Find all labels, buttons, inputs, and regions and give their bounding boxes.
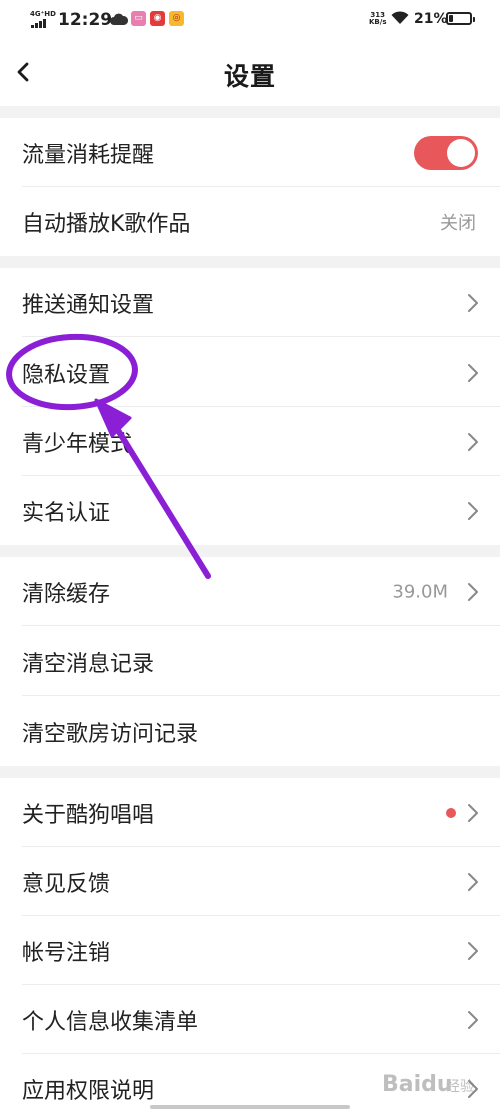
row-label: 清空歌房访问记录 xyxy=(22,721,199,747)
row-value: 关闭 xyxy=(440,212,476,234)
page-header: 设置 xyxy=(0,40,500,106)
section-divider xyxy=(0,106,500,118)
row-real-name-verification[interactable]: 实名认证 xyxy=(0,476,500,545)
row-label: 帐号注销 xyxy=(22,940,111,966)
row-label: 青少年模式 xyxy=(22,431,133,457)
weibo-icon: ◎ xyxy=(169,11,184,26)
row-label: 隐私设置 xyxy=(22,362,111,388)
chevron-right-icon xyxy=(468,941,478,960)
row-personal-info-list[interactable]: 个人信息收集清单 xyxy=(0,985,500,1054)
row-divider xyxy=(22,625,500,626)
page-title: 设置 xyxy=(223,62,276,91)
row-divider xyxy=(22,695,500,696)
chevron-right-icon xyxy=(468,293,478,312)
row-label: 实名认证 xyxy=(22,500,111,526)
row-label: 应用权限说明 xyxy=(22,1079,155,1104)
wifi-icon xyxy=(391,11,409,24)
section-divider xyxy=(0,256,500,268)
data-usage-toggle[interactable] xyxy=(414,135,478,170)
row-label: 意见反馈 xyxy=(22,871,111,897)
row-label: 关于酷狗唱唱 xyxy=(22,802,155,828)
row-autoplay-karaoke[interactable]: 自动播放K歌作品 关闭 xyxy=(0,187,500,256)
toggle-knob xyxy=(447,138,475,167)
status-bar: 4G⁺HD 12:29 ▭ ◉ ◎ 313 KB/s 21% xyxy=(0,0,500,40)
row-data-usage-reminder[interactable]: 流量消耗提醒 xyxy=(0,118,500,187)
chevron-right-icon xyxy=(468,1010,478,1029)
row-account-deletion[interactable]: 帐号注销 xyxy=(0,916,500,985)
watermark-sub: 经验 xyxy=(446,1079,474,1095)
clock: 12:29 xyxy=(58,10,113,30)
chevron-right-icon xyxy=(468,582,478,601)
row-clear-cache[interactable]: 清除缓存 39.0M xyxy=(0,557,500,626)
chevron-right-icon xyxy=(468,803,478,822)
baidu-watermark: Baidu 经验 xyxy=(382,1068,492,1104)
netease-music-icon: ◉ xyxy=(150,11,165,26)
row-clear-message-history[interactable]: 清空消息记录 xyxy=(0,627,500,696)
watermark-brand: Baidu xyxy=(382,1072,453,1097)
row-feedback[interactable]: 意见反馈 xyxy=(0,847,500,916)
row-label: 个人信息收集清单 xyxy=(22,1009,199,1035)
home-indicator[interactable] xyxy=(150,1105,350,1109)
section-divider xyxy=(0,766,500,778)
network-type: 4G⁺HD xyxy=(30,10,56,18)
cache-size: 39.0M xyxy=(392,581,448,602)
app-notification-icon: ▭ xyxy=(131,11,146,26)
chevron-right-icon xyxy=(468,363,478,382)
row-label: 流量消耗提醒 xyxy=(22,142,155,168)
chevron-right-icon xyxy=(468,872,478,891)
row-label: 自动播放K歌作品 xyxy=(22,211,191,237)
chevron-right-icon xyxy=(468,432,478,451)
row-push-notification-settings[interactable]: 推送通知设置 xyxy=(0,268,500,337)
row-label: 清除缓存 xyxy=(22,581,111,607)
chevron-right-icon xyxy=(468,501,478,520)
cloud-icon xyxy=(110,13,128,25)
row-label: 推送通知设置 xyxy=(22,292,155,318)
row-about-app[interactable]: 关于酷狗唱唱 xyxy=(0,778,500,847)
row-divider xyxy=(22,336,500,337)
row-teen-mode[interactable]: 青少年模式 xyxy=(0,407,500,476)
row-clear-room-visit-history[interactable]: 清空歌房访问记录 xyxy=(0,697,500,766)
battery-icon xyxy=(446,12,475,25)
update-badge-dot xyxy=(446,807,456,818)
row-label: 清空消息记录 xyxy=(22,651,155,677)
network-speed: 313 KB/s xyxy=(369,11,387,26)
row-privacy-settings[interactable]: 隐私设置 xyxy=(0,338,500,407)
signal-icon xyxy=(31,19,51,28)
battery-percentage: 21% xyxy=(414,11,448,27)
section-divider xyxy=(0,545,500,557)
